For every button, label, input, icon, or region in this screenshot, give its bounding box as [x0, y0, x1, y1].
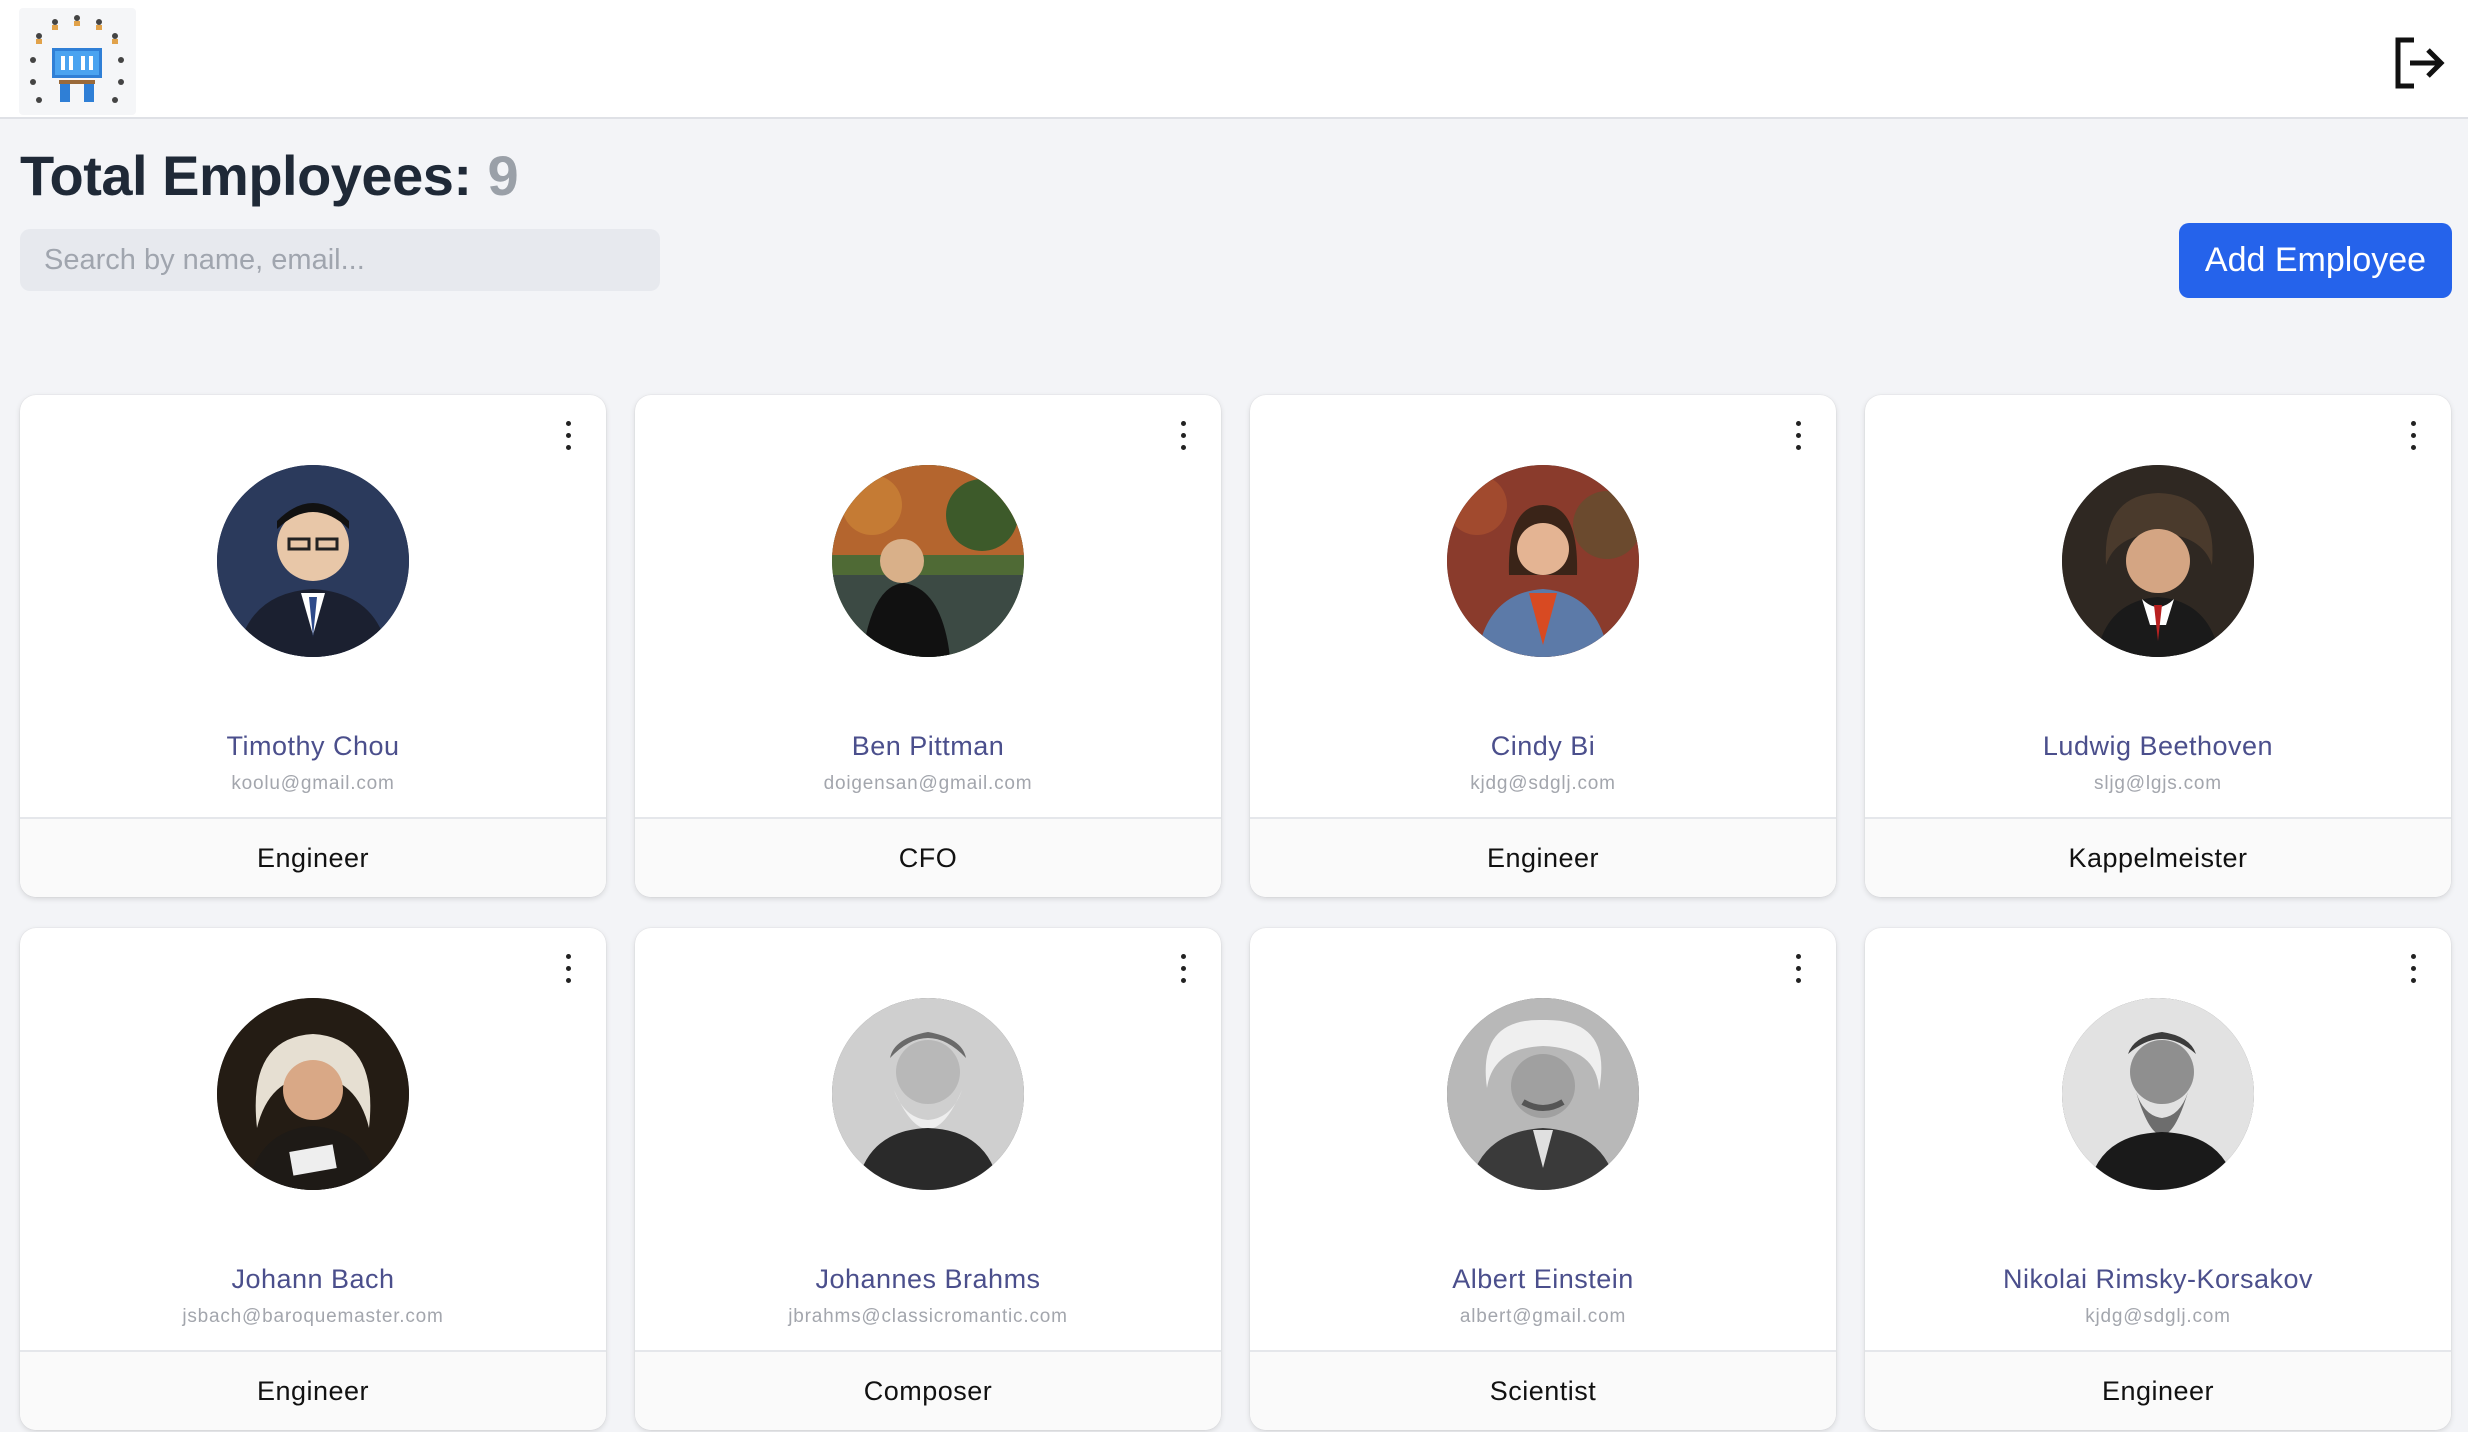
more-options-icon[interactable]	[1788, 417, 1808, 453]
employee-card[interactable]: Nikolai Rimsky-Korsakov kjdg@sdglj.com E…	[1865, 928, 2451, 1430]
more-options-icon[interactable]	[558, 417, 578, 453]
employee-email: kjdg@sdglj.com	[1470, 773, 1616, 794]
employee-email: jbrahms@classicromantic.com	[788, 1306, 1068, 1327]
employee-card[interactable]: Albert Einstein albert@gmail.com Scienti…	[1250, 928, 1836, 1430]
employee-card[interactable]: Johann Bach jsbach@baroquemaster.com Eng…	[20, 928, 606, 1430]
avatar	[832, 998, 1024, 1190]
employee-name: Timothy Chou	[226, 731, 400, 761]
logout-icon[interactable]	[2390, 34, 2448, 92]
employee-grid: Timothy Chou koolu@gmail.com Engineer Be…	[20, 395, 2452, 1430]
employee-role: Engineer	[20, 817, 606, 897]
page-title: Total Employees: 9	[20, 140, 519, 210]
avatar	[217, 465, 409, 657]
employee-role: Engineer	[20, 1350, 606, 1430]
employee-email: albert@gmail.com	[1459, 1306, 1627, 1327]
avatar	[1447, 998, 1639, 1190]
employee-card[interactable]: Cindy Bi kjdg@sdglj.com Engineer	[1250, 395, 1836, 897]
employee-email: sljg@lgjs.com	[2094, 773, 2222, 794]
avatar	[2062, 998, 2254, 1190]
search-input[interactable]	[20, 229, 660, 291]
more-options-icon[interactable]	[2403, 417, 2423, 453]
add-employee-button[interactable]: Add Employee	[2179, 223, 2452, 298]
employee-name: Nikolai Rimsky-Korsakov	[2002, 1264, 2314, 1294]
team-workstation-logo[interactable]	[19, 8, 136, 115]
employee-email: kjdg@sdglj.com	[2085, 1306, 2231, 1327]
employee-name: Ludwig Beethoven	[2042, 731, 2274, 761]
employee-card[interactable]: Timothy Chou koolu@gmail.com Engineer	[20, 395, 606, 897]
employee-role: Scientist	[1250, 1350, 1836, 1430]
avatar	[2062, 465, 2254, 657]
top-bar	[0, 0, 2468, 119]
more-options-icon[interactable]	[1173, 417, 1193, 453]
more-options-icon[interactable]	[2403, 950, 2423, 986]
employee-card[interactable]: Ludwig Beethoven sljg@lgjs.com Kappelmei…	[1865, 395, 2451, 897]
avatar	[1447, 465, 1639, 657]
employee-name: Johann Bach	[231, 1264, 395, 1294]
more-options-icon[interactable]	[1788, 950, 1808, 986]
more-options-icon[interactable]	[558, 950, 578, 986]
avatar	[217, 998, 409, 1190]
employee-email: jsbach@baroquemaster.com	[182, 1306, 444, 1327]
employee-count: 9	[487, 143, 519, 207]
more-options-icon[interactable]	[1173, 950, 1193, 986]
employee-card[interactable]: Ben Pittman doigensan@gmail.com CFO	[635, 395, 1221, 897]
employee-role: Kappelmeister	[1865, 817, 2451, 897]
total-employees-label: Total Employees:	[20, 143, 472, 207]
employee-name: Johannes Brahms	[815, 1264, 1041, 1294]
employee-card[interactable]: Johannes Brahms jbrahms@classicromantic.…	[635, 928, 1221, 1430]
employee-email: koolu@gmail.com	[231, 773, 395, 794]
avatar	[832, 465, 1024, 657]
employee-name: Ben Pittman	[851, 731, 1005, 761]
employee-email: doigensan@gmail.com	[823, 773, 1033, 794]
employee-role: Composer	[635, 1350, 1221, 1430]
employee-role: Engineer	[1865, 1350, 2451, 1430]
employee-role: CFO	[635, 817, 1221, 897]
employee-name: Cindy Bi	[1490, 731, 1596, 761]
employee-name: Albert Einstein	[1452, 1264, 1634, 1294]
employee-role: Engineer	[1250, 817, 1836, 897]
